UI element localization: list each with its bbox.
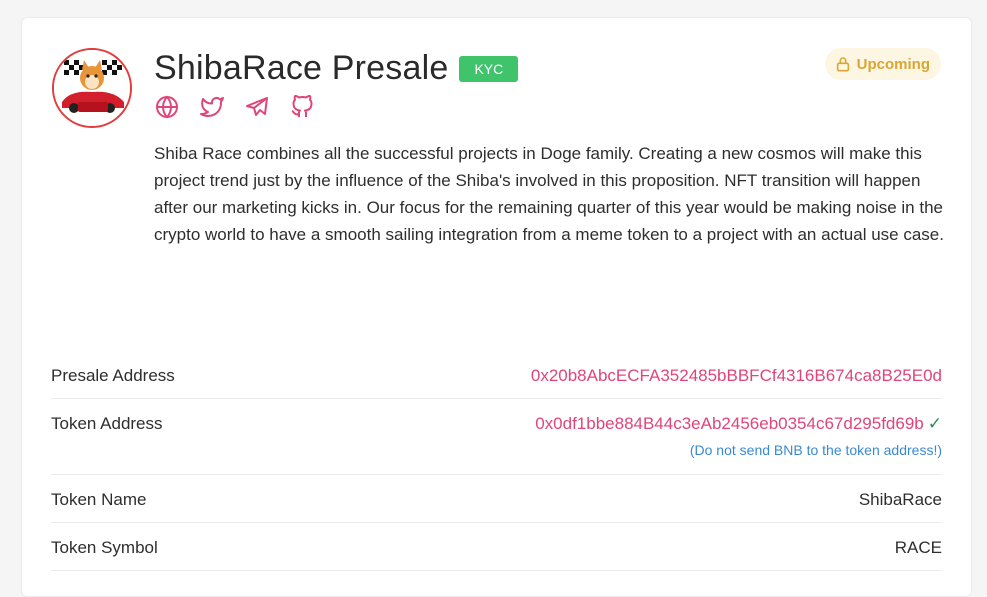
lock-icon [835,56,851,72]
presale-card: ShibaRace Presale KYC Upcoming Shiba Rac… [21,17,972,597]
token-symbol-value: RACE [894,538,942,557]
social-links [154,94,315,120]
token-address-label: Token Address [51,414,163,433]
presale-address-link[interactable]: 0x20b8AbcECFA352485bBBFCf4316B674ca8B25E… [531,366,942,386]
table-row: Token Symbol RACE [51,523,942,571]
table-row: Token Name ShibaRace [51,475,942,523]
token-name-label: Token Name [51,490,147,509]
token-symbol-label: Token Symbol [51,538,158,557]
token-address-warning: (Do not send BNB to the token address!) [689,442,942,458]
check-icon: ✓ [927,414,942,433]
table-row: Token Address 0x0df1bbe884B44c3eAb2456eb… [51,399,942,475]
telegram-icon[interactable] [244,94,270,120]
presale-address-label: Presale Address [51,366,175,385]
github-icon[interactable] [289,94,315,120]
project-description: Shiba Race combines all the successful p… [154,144,944,244]
project-title: ShibaRace Presale [154,49,449,87]
kyc-badge: KYC [459,55,519,82]
details-table: Presale Address 0x20b8AbcECFA352485bBBFC… [51,355,942,571]
twitter-icon[interactable] [199,94,225,120]
token-address-link[interactable]: 0x0df1bbe884B44c3eAb2456eb0354c67d295fd6… [535,414,924,433]
project-logo [52,48,132,128]
status-badge: Upcoming [824,48,941,80]
token-name-value: ShibaRace [858,490,942,509]
table-row: Presale Address 0x20b8AbcECFA352485bBBFC… [51,355,942,399]
status-label: Upcoming [856,55,930,73]
globe-icon[interactable] [154,94,180,120]
